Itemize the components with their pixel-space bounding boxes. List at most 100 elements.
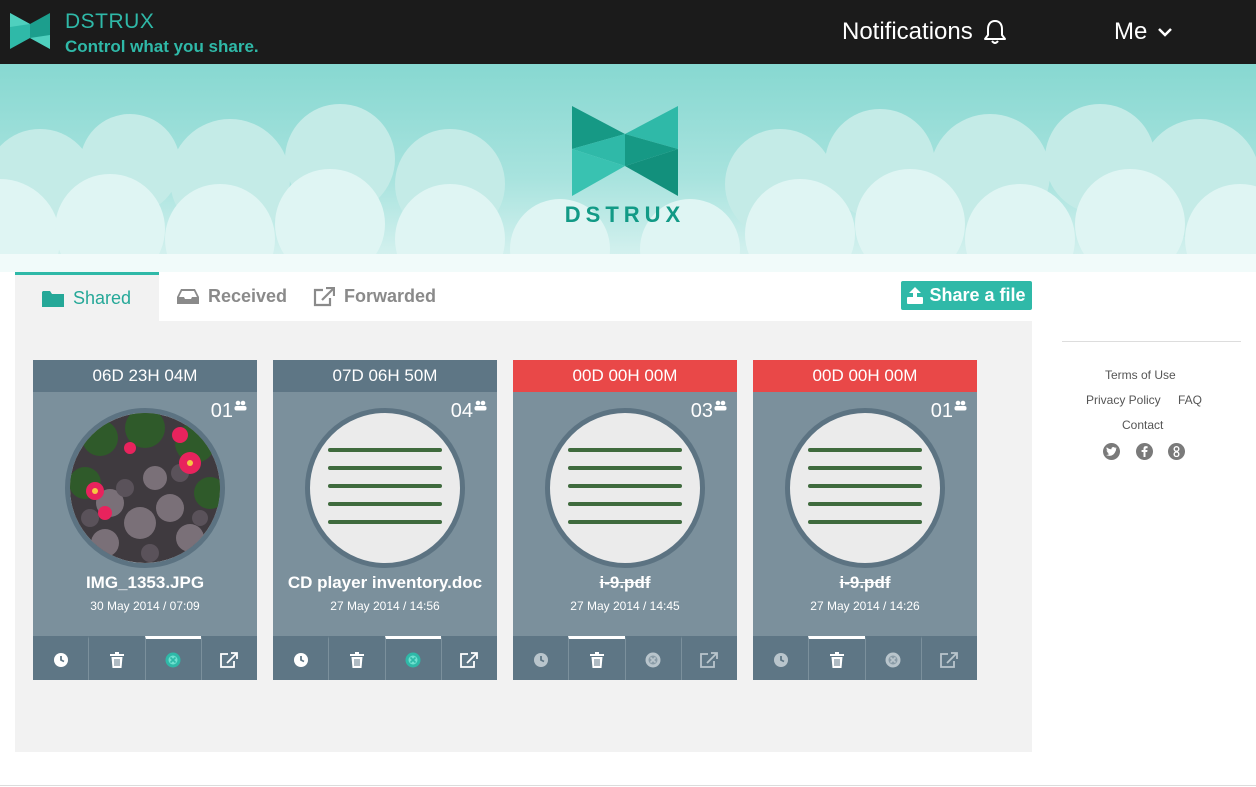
bell-icon (983, 20, 1006, 44)
clock-icon (293, 652, 308, 667)
users-icon (474, 400, 487, 411)
expiry-timer: 00D 00H 00M (513, 360, 737, 392)
tab-forwarded[interactable]: Forwarded (313, 272, 436, 321)
tab-received-label: Received (208, 286, 288, 306)
share-file-label: Share a file (929, 285, 1026, 305)
stop-icon (165, 652, 181, 667)
card-actions (753, 636, 977, 680)
card-actions (513, 636, 737, 680)
delete-button[interactable] (808, 636, 865, 680)
share-icon (460, 651, 479, 668)
terms-link[interactable]: Terms of Use (1105, 368, 1176, 382)
top-bar: DSTRUX Control what you share. Notificat… (0, 0, 1256, 64)
trash-icon (349, 651, 364, 668)
document-lines-icon (328, 448, 442, 524)
users-icon (714, 400, 727, 411)
faq-link[interactable]: FAQ (1178, 393, 1202, 407)
stop-icon (405, 652, 421, 667)
extend-time-button[interactable] (33, 636, 88, 680)
clock-icon (533, 652, 548, 667)
dstrux-logo-icon[interactable] (10, 13, 50, 49)
file-date: 27 May 2014 / 14:45 (570, 599, 680, 613)
file-name[interactable]: IMG_1353.JPG (33, 573, 257, 593)
clock-icon (773, 652, 788, 667)
tab-received[interactable]: Received (177, 272, 287, 321)
forward-button[interactable] (440, 636, 497, 680)
inbox-icon (177, 289, 199, 304)
photo-thumbnail[interactable] (65, 408, 225, 568)
revoke-button[interactable] (144, 636, 201, 680)
share-icon (220, 651, 239, 668)
tab-shared[interactable]: Shared (15, 272, 159, 321)
file-name[interactable]: i-9.pdf (513, 573, 737, 593)
folder-icon (42, 290, 64, 307)
share-icon (700, 651, 719, 668)
clock-icon (53, 652, 68, 667)
revoke-button[interactable] (624, 636, 681, 680)
extend-time-button[interactable] (753, 636, 808, 680)
revoke-button[interactable] (864, 636, 921, 680)
stop-icon (885, 652, 901, 667)
forward-button[interactable] (920, 636, 977, 680)
stop-icon (645, 652, 661, 667)
tab-shared-label: Shared (73, 287, 132, 308)
delete-button[interactable] (328, 636, 384, 680)
extend-time-button[interactable] (273, 636, 328, 680)
recipient-count-value: 01 (210, 400, 233, 422)
file-date: 30 May 2014 / 07:09 (90, 599, 200, 613)
extend-time-button[interactable] (513, 636, 568, 680)
file-name[interactable]: CD player inventory.doc (273, 573, 497, 593)
external-link-icon (313, 286, 335, 306)
document-thumbnail[interactable] (785, 408, 945, 568)
share-icon (940, 651, 959, 668)
file-card[interactable]: 07D 06H 50M 04 CD player inventory.doc 2… (273, 360, 497, 680)
recipient-count: 01 (211, 400, 247, 423)
delete-button[interactable] (88, 636, 144, 680)
file-date: 27 May 2014 / 14:26 (810, 599, 920, 613)
file-name[interactable]: i-9.pdf (753, 573, 977, 593)
privacy-link[interactable]: Privacy Policy (1086, 393, 1161, 407)
google-icon[interactable] (1168, 443, 1185, 460)
file-card[interactable]: 00D 00H 00M 03 i-9.pdf 27 May 2014 / 14:… (513, 360, 737, 680)
hero-logo-icon (572, 106, 678, 196)
trash-icon (109, 651, 124, 668)
document-lines-icon (808, 448, 922, 524)
forward-button[interactable] (680, 636, 737, 680)
card-actions (273, 636, 497, 680)
facebook-icon[interactable] (1136, 443, 1153, 460)
trash-icon (589, 651, 604, 668)
brand-tagline: Control what you share. (65, 37, 259, 56)
recipient-count: 04 (451, 400, 487, 423)
notifications-menu[interactable]: Notifications (842, 18, 1007, 46)
share-file-button[interactable]: Share a file (901, 281, 1032, 310)
delete-button[interactable] (568, 636, 625, 680)
revoke-button[interactable] (384, 636, 441, 680)
contact-link[interactable]: Contact (1122, 418, 1163, 432)
recipient-count: 01 (931, 400, 967, 423)
tab-bar: Shared Received Forwarded Share a file (15, 272, 1032, 321)
brand-name[interactable]: DSTRUX (65, 10, 154, 34)
document-thumbnail[interactable] (305, 408, 465, 568)
upload-icon (907, 287, 924, 304)
card-actions (33, 636, 257, 680)
recipient-count-value: 04 (450, 400, 473, 422)
file-card[interactable]: 00D 00H 00M 01 i-9.pdf 27 May 2014 / 14:… (753, 360, 977, 680)
flowers-photo-icon (70, 413, 220, 563)
user-menu[interactable]: Me (1114, 18, 1173, 46)
hero-wordmark: DSTRUX (564, 202, 686, 227)
tab-forwarded-label: Forwarded (344, 286, 437, 306)
notifications-label: Notifications (842, 18, 973, 45)
forward-button[interactable] (200, 636, 257, 680)
chevron-down-icon (1158, 28, 1173, 37)
file-date: 27 May 2014 / 14:56 (330, 599, 440, 613)
document-thumbnail[interactable] (545, 408, 705, 568)
recipient-count-value: 01 (930, 400, 953, 422)
twitter-icon[interactable] (1103, 443, 1120, 460)
users-icon (954, 400, 967, 411)
user-menu-label: Me (1114, 18, 1148, 45)
expiry-timer: 06D 23H 04M (33, 360, 257, 392)
app-root: DSTRUX Control what you share. Notificat… (0, 0, 1256, 787)
users-icon (234, 400, 247, 411)
file-card[interactable]: 06D 23H 04M 01 IMG_1353.JPG 30 May 2014 … (33, 360, 257, 680)
document-lines-icon (568, 448, 682, 524)
